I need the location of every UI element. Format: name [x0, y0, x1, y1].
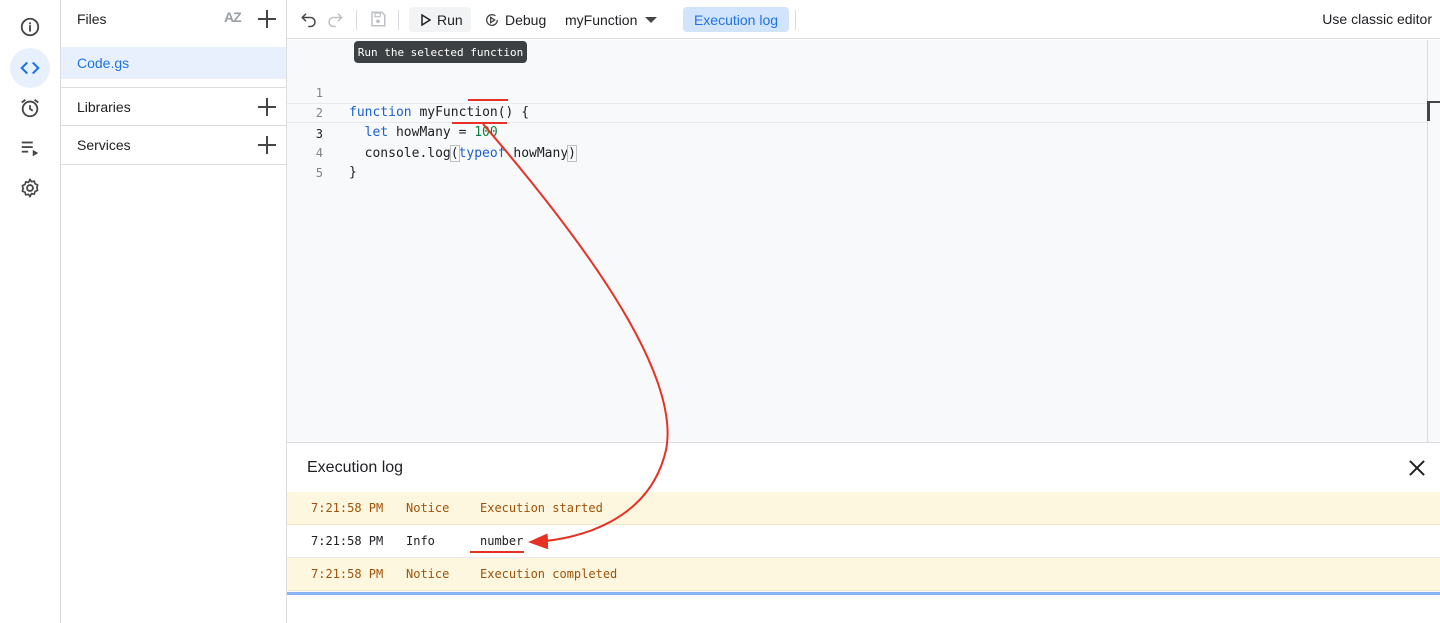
function-select[interactable]: myFunction — [565, 7, 665, 32]
execution-log-button[interactable]: Execution log — [683, 7, 789, 32]
files-header: Files AZ — [61, 0, 287, 38]
log-message: Execution started — [480, 501, 603, 515]
debug-label: Debug — [505, 11, 547, 28]
overview-info-icon[interactable] — [10, 7, 50, 47]
code-line: 4 } — [287, 123, 1427, 180]
use-classic-editor-link[interactable]: Use classic editor — [1322, 11, 1432, 27]
code-line: 1 function myFunction() { — [287, 63, 1427, 120]
editor-toolbar: Run Debug myFunction Execution log Use c… — [287, 0, 1440, 39]
function-name: myFunction — [565, 11, 638, 28]
log-level: Notice — [406, 501, 450, 515]
log-level: Notice — [406, 567, 450, 581]
services-section[interactable]: Services — [61, 126, 287, 165]
log-level: Info — [406, 534, 435, 548]
editor-code-icon[interactable] — [10, 48, 50, 88]
chevron-down-icon — [645, 16, 658, 23]
execution-log-label: Execution log — [693, 11, 779, 28]
code-line: 2 let howMany = 100 — [287, 83, 1427, 140]
left-rail — [0, 0, 61, 623]
services-label: Services — [77, 137, 131, 153]
code-line: 5 — [287, 143, 1427, 180]
toolbar-divider — [398, 10, 399, 30]
add-file-plus-icon[interactable] — [257, 9, 277, 29]
close-icon[interactable] — [1408, 459, 1426, 477]
log-time: 7:21:58 PM — [311, 501, 384, 515]
run-button[interactable]: Run — [409, 7, 471, 32]
scrollbar-thumb[interactable] — [1427, 101, 1440, 121]
play-icon — [421, 13, 431, 26]
undo-icon[interactable] — [299, 9, 319, 29]
code-line-current: 3 console.log(typeof howMany) — [287, 103, 1427, 162]
files-title: Files — [77, 11, 107, 27]
file-name: Code.gs — [77, 55, 130, 71]
file-item-code-gs[interactable]: Code.gs — [61, 47, 286, 79]
toolbar-divider — [356, 10, 357, 30]
debug-button[interactable]: Debug — [482, 7, 554, 32]
files-panel: Files AZ Code.gs Libraries Services — [61, 0, 287, 623]
debug-icon — [486, 13, 499, 26]
log-row: 7:21:58 PM Info number — [287, 525, 1440, 558]
toolbar-divider — [795, 10, 796, 30]
redo-icon[interactable] — [325, 9, 345, 29]
save-icon[interactable] — [368, 9, 388, 29]
settings-gear-icon[interactable] — [10, 168, 50, 208]
log-row: 7:21:58 PM Notice Execution completed — [287, 558, 1440, 591]
line-number: 5 — [315, 166, 323, 180]
code-text: } — [349, 165, 357, 180]
executions-icon[interactable] — [10, 128, 50, 168]
log-message: Execution completed — [480, 567, 618, 581]
execution-log-title: Execution log — [307, 459, 404, 476]
triggers-clock-icon[interactable] — [10, 88, 50, 128]
sort-az-icon[interactable]: AZ — [224, 9, 242, 25]
run-tooltip: Run the selected function — [354, 41, 527, 63]
run-label: Run — [437, 11, 463, 28]
add-library-plus-icon[interactable] — [257, 97, 277, 117]
log-time: 7:21:58 PM — [311, 534, 384, 548]
log-time: 7:21:58 PM — [311, 567, 384, 581]
libraries-section[interactable]: Libraries — [61, 87, 287, 126]
execution-log-panel: Execution log 7:21:58 PM Notice Executio… — [287, 442, 1440, 623]
log-row: 7:21:58 PM Notice Execution started — [287, 492, 1440, 525]
add-service-plus-icon[interactable] — [257, 135, 277, 155]
code-editor[interactable]: 1 function myFunction() { 2 let howMany … — [287, 40, 1427, 442]
log-message: number — [480, 534, 524, 548]
log-bottom-border — [287, 592, 1440, 595]
libraries-label: Libraries — [77, 99, 131, 115]
